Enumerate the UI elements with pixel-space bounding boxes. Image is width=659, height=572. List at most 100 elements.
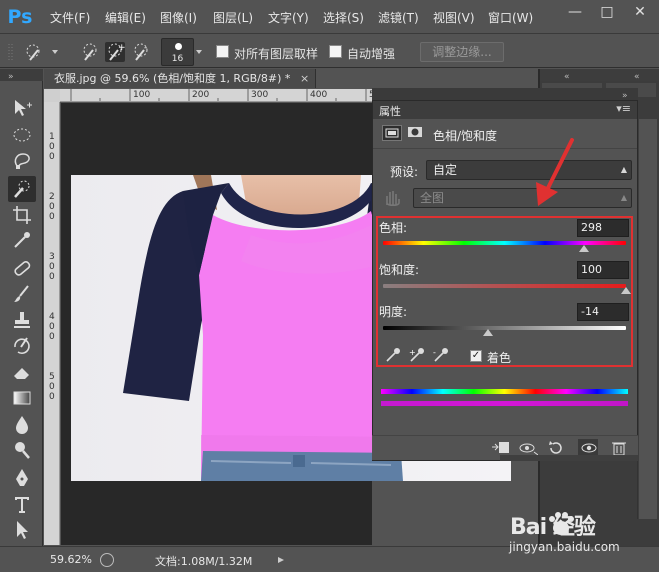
channel-select[interactable]: 全图 ▲ — [413, 188, 632, 208]
hue-input[interactable]: 298 — [577, 219, 629, 237]
hue-slider-track[interactable] — [383, 241, 626, 245]
close-window-button[interactable]: ✕ — [625, 3, 655, 21]
svg-text:«: « — [564, 72, 570, 82]
ruler-mark: 0 — [49, 332, 55, 342]
ruler-mark: 3 — [49, 252, 55, 262]
status-menu-arrow-icon[interactable] — [276, 555, 286, 565]
vertical-ruler[interactable]: 1 0 0 2 0 0 3 0 0 4 0 0 5 0 0 — [44, 102, 60, 545]
svg-text:+: + — [409, 348, 416, 357]
menu-file[interactable]: 文件(F) — [50, 9, 90, 26]
panel-menu-icon[interactable]: ▾≡ — [616, 102, 631, 115]
subtract-from-selection-icon[interactable]: - — [131, 42, 151, 62]
properties-panel-titlebar: » — [372, 88, 638, 101]
ruler-mark: 0 — [49, 142, 55, 152]
blur-tool-icon[interactable] — [11, 413, 33, 435]
hand-adjust-icon[interactable] — [382, 187, 402, 207]
crop-tool-icon[interactable] — [11, 204, 33, 226]
hue-label: 色相: — [379, 221, 408, 235]
svg-text:»: » — [622, 91, 628, 100]
lightness-slider-track[interactable] — [383, 326, 626, 330]
tools-panel-header: » — [0, 69, 43, 82]
lightness-slider-thumb[interactable] — [483, 329, 493, 336]
output-color-bar — [381, 401, 628, 406]
menu-select[interactable]: 选择(S) — [323, 9, 364, 26]
tools-panel: » — [0, 69, 43, 559]
gradient-tool-icon[interactable] — [11, 387, 33, 409]
clone-stamp-tool-icon[interactable] — [11, 309, 33, 331]
document-size-info: 文档:1.08M/1.32M — [155, 555, 253, 568]
ruler-mark: 0 — [49, 262, 55, 272]
ruler-mark: 0 — [49, 382, 55, 392]
document-tab[interactable]: 衣服.jpg @ 59.6% (色相/饱和度 1, RGB/8#) * — [44, 69, 316, 88]
dodge-tool-icon[interactable] — [11, 439, 33, 461]
preset-select-value: 自定 — [433, 163, 458, 177]
path-selection-tool-icon[interactable] — [11, 519, 33, 541]
menu-image[interactable]: 图像(I) — [160, 9, 197, 26]
svg-text:«: « — [634, 72, 640, 82]
minimize-button[interactable]: — — [560, 3, 590, 21]
svg-text:-: - — [433, 348, 436, 357]
chevron-down-icon[interactable] — [194, 43, 204, 61]
add-to-selection-icon[interactable]: + — [105, 42, 126, 62]
colorize-checkbox[interactable]: ✓ — [470, 350, 482, 362]
type-tool-icon[interactable] — [11, 493, 33, 515]
baidu-watermark: Bai 经验 jingyan.baidu.com — [504, 508, 654, 568]
ruler-mark: 0 — [49, 152, 55, 162]
status-info-icon[interactable] — [100, 553, 114, 567]
saturation-input[interactable]: 100 — [577, 261, 629, 279]
maximize-button[interactable]: □ — [592, 3, 622, 21]
preset-select[interactable]: 自定 ▲ — [426, 160, 632, 180]
eraser-tool-icon[interactable] — [11, 361, 33, 383]
subtract-eyedropper-icon[interactable]: - — [432, 346, 450, 364]
properties-tab[interactable]: 属性 — [379, 103, 401, 119]
ruler-mark: 0 — [49, 212, 55, 222]
close-document-icon[interactable]: × — [300, 69, 314, 88]
ruler-origin[interactable] — [44, 89, 60, 102]
watermark-url: jingyan.baidu.com — [509, 540, 620, 554]
saturation-slider-track[interactable] — [383, 284, 626, 288]
ruler-mark: 4 — [49, 312, 55, 322]
refine-edge-button[interactable]: 调整边缘... — [420, 42, 504, 62]
panel-resize-grip[interactable] — [500, 455, 638, 461]
ruler-mark: 0 — [49, 392, 55, 402]
saturation-slider-thumb[interactable] — [621, 287, 631, 294]
eyedropper-icon[interactable] — [384, 346, 402, 364]
sample-all-layers-checkbox[interactable] — [216, 45, 229, 58]
zoom-level[interactable]: 59.62% — [50, 553, 92, 566]
quick-selection-tool-icon[interactable] — [11, 178, 33, 200]
photoshop-logo: Ps — [7, 6, 33, 28]
horizontal-ruler[interactable]: 100 200 300 400 500 — [60, 89, 372, 102]
auto-enhance-checkbox[interactable] — [329, 45, 342, 58]
layer-mask-icon[interactable] — [406, 125, 426, 141]
move-tool-icon[interactable] — [11, 97, 33, 119]
menu-filter[interactable]: 滤镜(T) — [378, 9, 419, 26]
new-selection-icon[interactable] — [80, 42, 100, 62]
hue-slider-thumb[interactable] — [579, 245, 589, 252]
svg-text:»: » — [8, 72, 14, 81]
menu-layer[interactable]: 图层(L) — [213, 9, 253, 26]
menu-window[interactable]: 窗口(W) — [488, 9, 533, 26]
history-brush-tool-icon[interactable] — [11, 335, 33, 357]
brush-size-value: 16 — [171, 54, 184, 64]
lasso-tool-icon[interactable] — [11, 150, 33, 172]
sample-all-layers-label: 对所有图层取样 — [234, 47, 319, 61]
menu-edit[interactable]: 编辑(E) — [105, 9, 146, 26]
brush-tool-icon[interactable] — [11, 283, 33, 305]
pen-tool-icon[interactable] — [11, 467, 33, 489]
updown-arrow-icon: ▲ — [620, 193, 627, 202]
brush-size-picker[interactable]: 16 — [161, 38, 194, 66]
healing-brush-tool-icon[interactable] — [11, 257, 33, 279]
colorize-label: 着色 — [487, 351, 512, 365]
ruler-mark: 0 — [49, 272, 55, 282]
updown-arrow-icon: ▲ — [620, 165, 627, 174]
marquee-tool-icon[interactable] — [11, 124, 33, 146]
ruler-mark: 1 — [49, 132, 55, 142]
menu-view[interactable]: 视图(V) — [433, 9, 475, 26]
add-eyedropper-icon[interactable]: + — [408, 346, 426, 364]
menu-type[interactable]: 文字(Y) — [268, 9, 309, 26]
eyedropper-tool-icon[interactable] — [11, 229, 33, 251]
lightness-input[interactable]: -14 — [577, 303, 629, 321]
quick-selection-preset-icon[interactable] — [24, 42, 58, 62]
menu-bar: Ps 文件(F) 编辑(E) 图像(I) 图层(L) 文字(Y) 选择(S) 滤… — [0, 0, 659, 34]
highlight-frame — [376, 216, 633, 367]
